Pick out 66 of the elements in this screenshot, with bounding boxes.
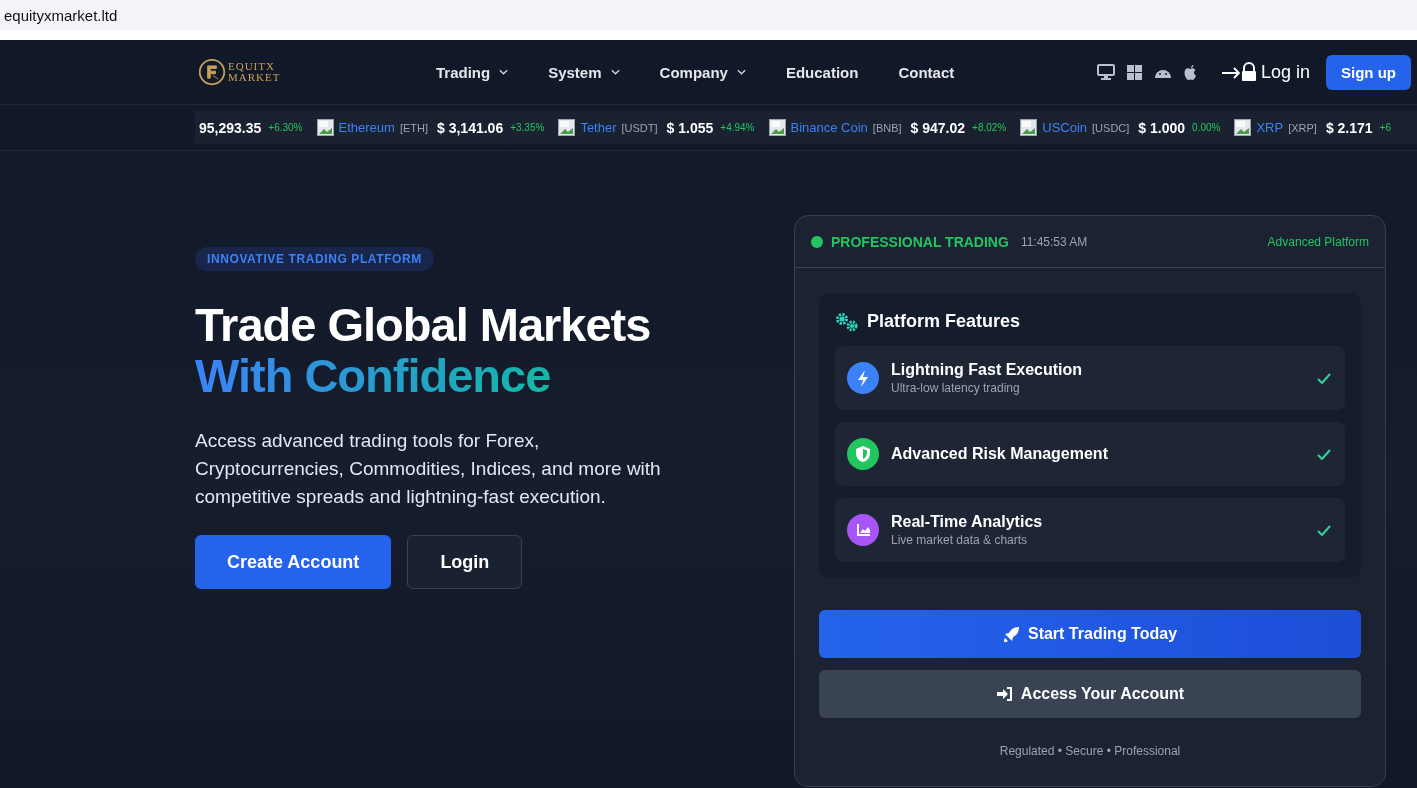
feature-subtitle: Live market data & charts	[891, 533, 1029, 547]
logo-icon[interactable]	[198, 58, 226, 86]
headline: Trade Global Markets	[195, 299, 651, 350]
coin-price: $ 947.02	[910, 119, 966, 136]
login-button[interactable]: Login	[407, 535, 523, 589]
coin-name[interactable]: USCoin	[1042, 120, 1088, 135]
feature-title: Real-Time Analytics	[891, 513, 1043, 531]
coin-symbol: [BNB]	[872, 121, 902, 134]
login-lock-icon[interactable]	[1220, 62, 1259, 82]
coin-name[interactable]: Binance Coin	[790, 120, 868, 135]
nav-link[interactable]: System	[548, 63, 620, 81]
coin-symbol: [USDT]	[621, 121, 658, 134]
platform-tag: Advanced Platform	[1267, 234, 1369, 249]
sign-up-button[interactable]: Sign up	[1326, 54, 1411, 90]
price-change: +6.30%	[268, 122, 303, 133]
nav-link[interactable]: Contact	[898, 63, 955, 81]
coin-symbol: [XRP]	[1288, 121, 1317, 134]
panel-title: Platform Features	[867, 311, 1021, 332]
access-account-button[interactable]: Access Your Account	[819, 670, 1361, 718]
tagline-badge: INNOVATIVE TRADING PLATFORM	[195, 247, 434, 271]
logo-text: MARKET	[228, 72, 281, 83]
feature-title: Advanced Risk Management	[891, 445, 1108, 463]
coin-price: $ 2.171	[1325, 119, 1373, 136]
broken-image-icon	[316, 119, 334, 136]
coin-name[interactable]: Tether	[580, 120, 617, 135]
status-dot	[811, 235, 823, 248]
chevron-down-icon[interactable]	[736, 69, 746, 75]
coin-price: $ 3,141.06	[437, 119, 504, 136]
broken-image-icon	[1020, 119, 1038, 136]
broken-image-icon	[558, 119, 576, 136]
clock-time: 11:45:53 AM	[1020, 234, 1088, 249]
price-change: +4.94%	[720, 122, 755, 133]
broken-image-icon	[768, 119, 786, 136]
nav-link[interactable]: Company	[659, 63, 746, 81]
apple-icon[interactable]	[1183, 64, 1197, 80]
nav-link[interactable]: Education	[785, 63, 859, 81]
start-trading-button[interactable]: Start Trading Today	[819, 610, 1361, 658]
coin-price: 95,293.35	[199, 119, 262, 136]
feature-title: Lightning Fast Execution	[891, 361, 1083, 379]
gears-icon	[835, 311, 859, 332]
price-change: +8.02%	[972, 122, 1007, 133]
price-change: 0.00%	[1192, 122, 1221, 133]
login-link[interactable]: Log in	[1220, 61, 1310, 83]
rocket-icon[interactable]	[1002, 625, 1020, 643]
price-change: +6	[1379, 122, 1391, 133]
nav-link[interactable]: Trading	[436, 63, 509, 81]
chevron-down-icon[interactable]	[499, 69, 509, 75]
coin-name[interactable]: XRP	[1256, 120, 1284, 135]
broken-image-icon	[1234, 119, 1252, 136]
chevron-down-icon[interactable]	[610, 69, 620, 75]
trust-note: Regulated • Secure • Professional	[998, 744, 1182, 758]
hero-description: Access advanced trading tools for Forex, Cryptocurrencies, Commodities, Indices, and more with competitive spreads and lightning-fast execution.	[195, 429, 662, 509]
sign-in-icon[interactable]	[995, 686, 1013, 702]
price-change: +3.35%	[510, 122, 545, 133]
coin-price: $ 1.000	[1138, 119, 1186, 136]
desktop-icon[interactable]	[1096, 64, 1115, 80]
coin-price: $ 1.055	[666, 119, 714, 136]
windows-icon[interactable]	[1126, 64, 1142, 80]
create-account-button[interactable]: Create Account	[195, 535, 392, 589]
feature-subtitle: Ultra-low latency trading	[891, 381, 1021, 395]
address-bar-url[interactable]: equityxmarket.ltd	[4, 6, 118, 24]
coin-name[interactable]: Ethereum	[338, 120, 395, 135]
status-label: PROFESSIONAL TRADING	[831, 233, 1009, 250]
logo-text: EQUITX	[228, 61, 276, 72]
coin-symbol: [USDC]	[1092, 121, 1130, 134]
coin-symbol: [ETH]	[399, 121, 428, 134]
